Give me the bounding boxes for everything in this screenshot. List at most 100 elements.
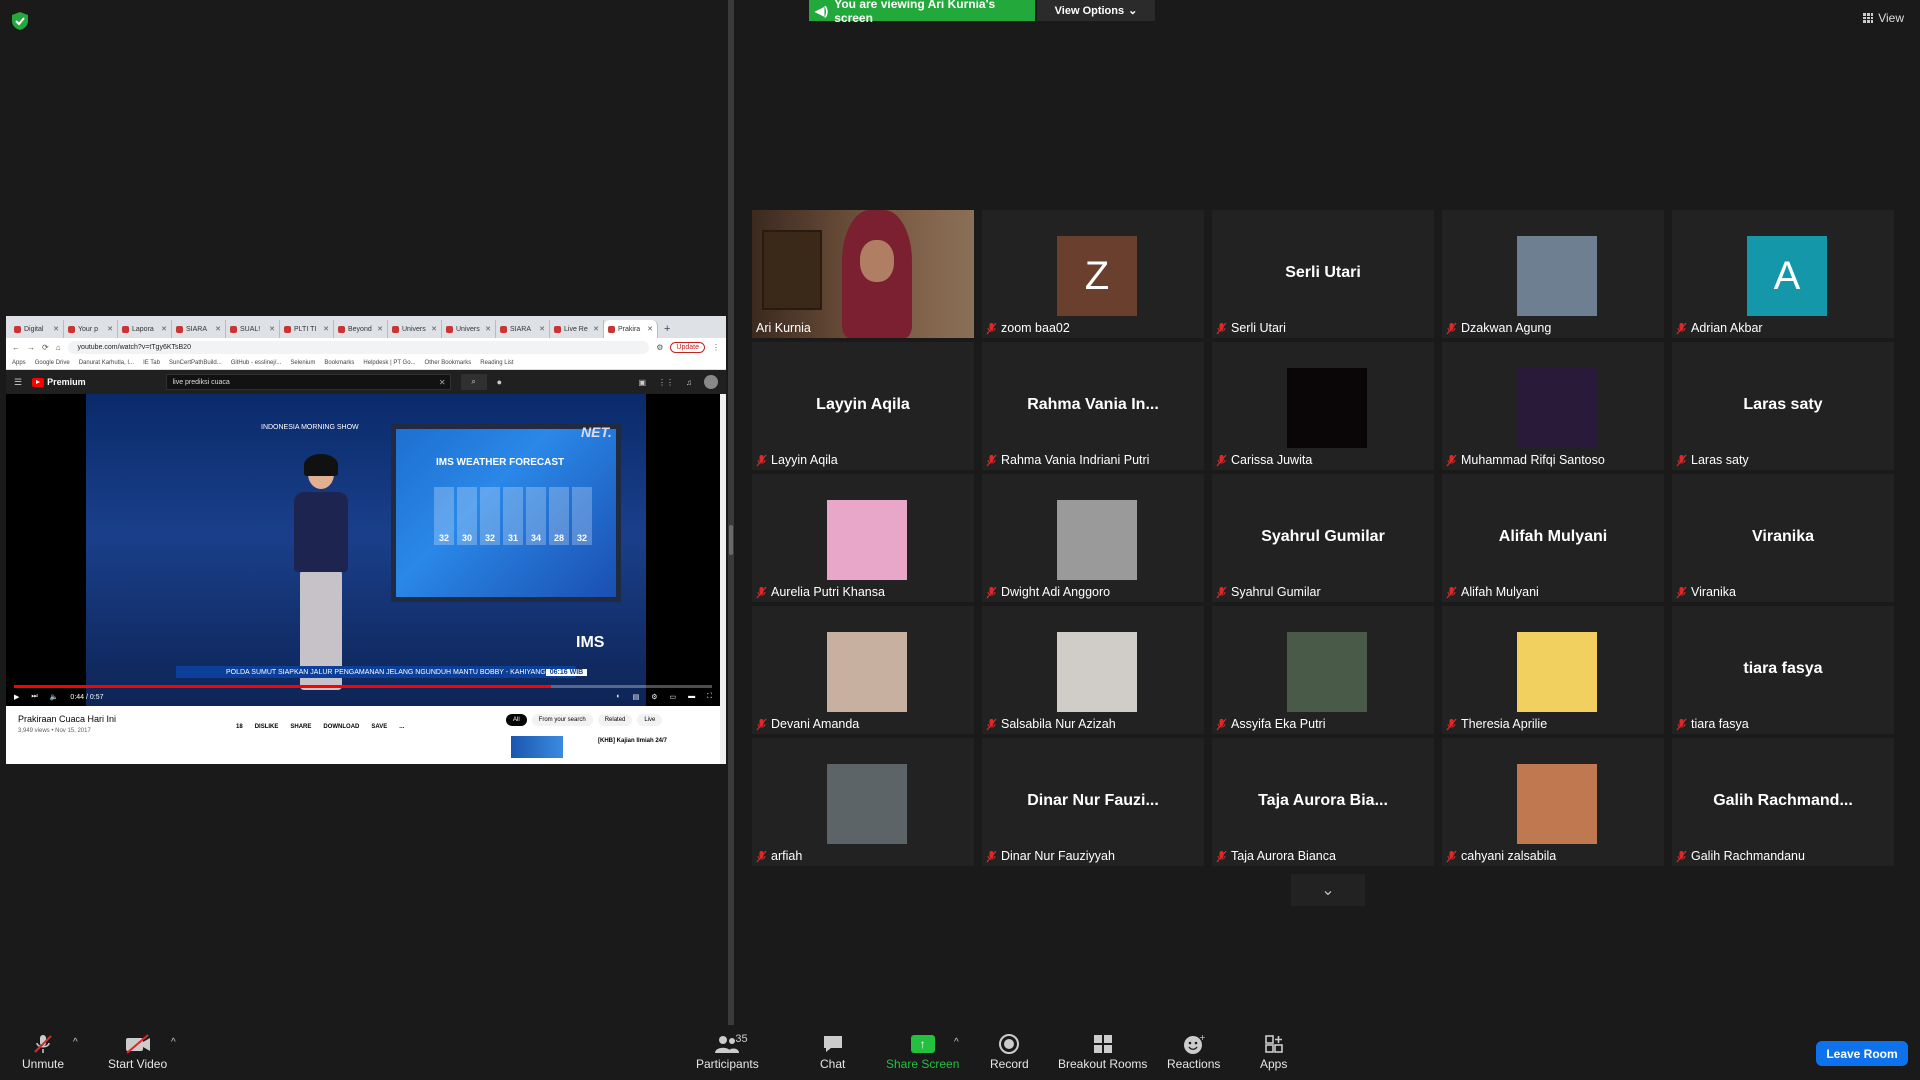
browser-tab[interactable]: Lapora ✕ — [118, 320, 172, 338]
miniplayer-icon[interactable]: ▭ — [669, 693, 676, 701]
url-field[interactable]: youtube.com/watch?v=tTgy6KTsB20 — [67, 340, 650, 354]
bookmark-item[interactable]: Helpdesk | PT Go... — [363, 360, 415, 366]
bookmark-item[interactable]: Reading List — [480, 360, 513, 366]
video-action-button[interactable]: DISLIKE — [255, 724, 279, 730]
browser-tab[interactable]: Univers ✕ — [442, 320, 496, 338]
bookmark-item[interactable]: Bookmarks — [324, 360, 354, 366]
browser-update-button[interactable]: Update — [670, 341, 705, 353]
recommended-video-thumbnail[interactable] — [511, 736, 563, 758]
video-progress-bar[interactable] — [14, 685, 712, 688]
apps-button[interactable]: Apps — [1260, 1031, 1287, 1071]
participant-tile[interactable]: Dzakwan Agung — [1442, 210, 1664, 338]
browser-tab[interactable]: PLTI TI ✕ — [280, 320, 334, 338]
close-tab-icon[interactable]: ✕ — [647, 325, 653, 333]
participant-tile[interactable]: Devani Amanda — [752, 606, 974, 734]
participant-tile[interactable]: Dinar Nur Fauzi... Dinar Nur Fauziyyah — [982, 738, 1204, 866]
filter-chip[interactable]: All — [506, 714, 527, 726]
participant-tile[interactable]: Zzoom baa02 — [982, 210, 1204, 338]
bookmark-item[interactable]: SunCertPathBuild... — [169, 360, 222, 366]
create-video-icon[interactable]: ▣ — [638, 378, 646, 387]
unmute-button[interactable]: Unmute — [22, 1031, 64, 1071]
participant-tile[interactable]: Laras saty Laras saty — [1672, 342, 1894, 470]
browser-tab[interactable]: Beyond ✕ — [334, 320, 388, 338]
record-button[interactable]: Record — [990, 1031, 1029, 1071]
back-icon[interactable]: ← — [12, 343, 20, 352]
participant-tile[interactable]: Muhammad Rifqi Santoso — [1442, 342, 1664, 470]
close-tab-icon[interactable]: ✕ — [161, 325, 167, 333]
share-options-caret-icon[interactable]: ^ — [954, 1037, 959, 1048]
participants-button[interactable]: 35 Participants — [696, 1031, 759, 1071]
browser-tab[interactable]: SIARA ✕ — [172, 320, 226, 338]
notifications-bell-icon[interactable]: ♫ — [686, 378, 692, 387]
autoplay-toggle-icon[interactable]: ◐ — [616, 693, 620, 701]
bookmark-item[interactable]: Apps — [12, 360, 26, 366]
participant-tile[interactable]: Aurelia Putri Khansa — [752, 474, 974, 602]
recommended-video-title[interactable]: [KHB] Kajian Ilmiah 24/7 — [598, 738, 667, 744]
video-options-caret-icon[interactable]: ^ — [171, 1037, 176, 1048]
play-icon[interactable]: ▶ — [14, 693, 19, 701]
youtube-video-player[interactable]: INDONESIA MORNING SHOW IMS WEATHER FOREC… — [6, 394, 720, 706]
participant-tile[interactable]: Rahma Vania In... Rahma Vania Indriani Pu… — [982, 342, 1204, 470]
subtitles-icon[interactable]: ▤ — [633, 693, 640, 701]
close-tab-icon[interactable]: ✕ — [539, 325, 545, 333]
youtube-search-input[interactable]: live prediksi cuaca ✕ — [165, 374, 451, 390]
browser-tab[interactable]: Digital ✕ — [10, 320, 64, 338]
extensions-icon[interactable]: ⚙ — [656, 343, 663, 352]
filter-chip[interactable]: Live — [637, 714, 663, 726]
apps-grid-icon[interactable]: ⋮⋮ — [658, 378, 674, 387]
home-icon[interactable]: ⌂ — [56, 343, 61, 352]
close-tab-icon[interactable]: ✕ — [593, 325, 599, 333]
avatar[interactable] — [704, 375, 718, 389]
view-button[interactable]: View — [1863, 11, 1904, 25]
gallery-next-page-button[interactable]: ⌄ — [1291, 874, 1365, 906]
participant-tile[interactable]: Dwight Adi Anggoro — [982, 474, 1204, 602]
share-screen-button[interactable]: ↑ Share Screen — [886, 1031, 959, 1071]
hamburger-menu-icon[interactable]: ☰ — [14, 377, 22, 388]
search-icon[interactable]: ⌕ — [460, 374, 487, 390]
video-action-button[interactable]: 18 — [236, 724, 243, 730]
close-tab-icon[interactable]: ✕ — [323, 325, 329, 333]
bookmark-item[interactable]: Google Drive — [35, 360, 70, 366]
participant-tile[interactable]: Theresia Aprilie — [1442, 606, 1664, 734]
video-action-button[interactable]: ... — [399, 724, 404, 730]
browser-tab[interactable]: SIARA ✕ — [496, 320, 550, 338]
participant-tile[interactable]: A Adrian Akbar — [1672, 210, 1894, 338]
new-tab-icon[interactable]: + — [658, 320, 676, 338]
start-video-button[interactable]: Start Video — [108, 1031, 167, 1071]
browser-tab[interactable]: Prakira ✕ — [604, 320, 658, 338]
microphone-icon[interactable]: ● — [497, 377, 502, 387]
reactions-button[interactable]: + Reactions — [1167, 1031, 1220, 1071]
participant-tile[interactable]: Serli Utari Serli Utari — [1212, 210, 1434, 338]
close-tab-icon[interactable]: ✕ — [53, 325, 59, 333]
participant-tile[interactable]: arfiah — [752, 738, 974, 866]
video-action-button[interactable]: SAVE — [371, 724, 387, 730]
participant-tile[interactable]: Galih Rachmand... Galih Rachmandanu — [1672, 738, 1894, 866]
participant-tile[interactable]: cahyani zalsabila — [1442, 738, 1664, 866]
browser-menu-icon[interactable]: ⋮ — [712, 343, 720, 352]
participant-tile[interactable]: Ari Kurnia — [752, 210, 974, 338]
fullscreen-icon[interactable]: ⛶ — [707, 693, 712, 701]
forward-icon[interactable]: → — [27, 343, 35, 352]
participant-tile[interactable]: Assyifa Eka Putri — [1212, 606, 1434, 734]
chat-button[interactable]: Chat — [820, 1031, 845, 1071]
participant-tile[interactable]: Alifah Mulyani Alifah Mulyani — [1442, 474, 1664, 602]
theater-mode-icon[interactable]: ▬ — [688, 693, 695, 701]
browser-scrollbar[interactable] — [720, 394, 726, 764]
close-tab-icon[interactable]: ✕ — [107, 325, 113, 333]
close-tab-icon[interactable]: ✕ — [485, 325, 491, 333]
filter-chip[interactable]: From your search — [531, 714, 593, 726]
participant-tile[interactable]: Carissa Juwita — [1212, 342, 1434, 470]
browser-tab[interactable]: Univers ✕ — [388, 320, 442, 338]
divider-drag-handle[interactable] — [729, 525, 733, 555]
browser-tab[interactable]: Your p ✕ — [64, 320, 118, 338]
close-tab-icon[interactable]: ✕ — [431, 325, 437, 333]
video-action-button[interactable]: SHARE — [290, 724, 311, 730]
breakout-rooms-button[interactable]: Breakout Rooms — [1058, 1031, 1147, 1071]
youtube-logo[interactable]: Premium — [32, 377, 86, 387]
browser-tab[interactable]: Live Re ✕ — [550, 320, 604, 338]
participant-tile[interactable]: Layyin Aqila Layyin Aqila — [752, 342, 974, 470]
security-shield-icon[interactable] — [12, 12, 28, 30]
reload-icon[interactable]: ⟳ — [42, 343, 49, 352]
participant-tile[interactable]: Viranika Viranika — [1672, 474, 1894, 602]
participant-tile[interactable]: tiara fasya tiara fasya — [1672, 606, 1894, 734]
